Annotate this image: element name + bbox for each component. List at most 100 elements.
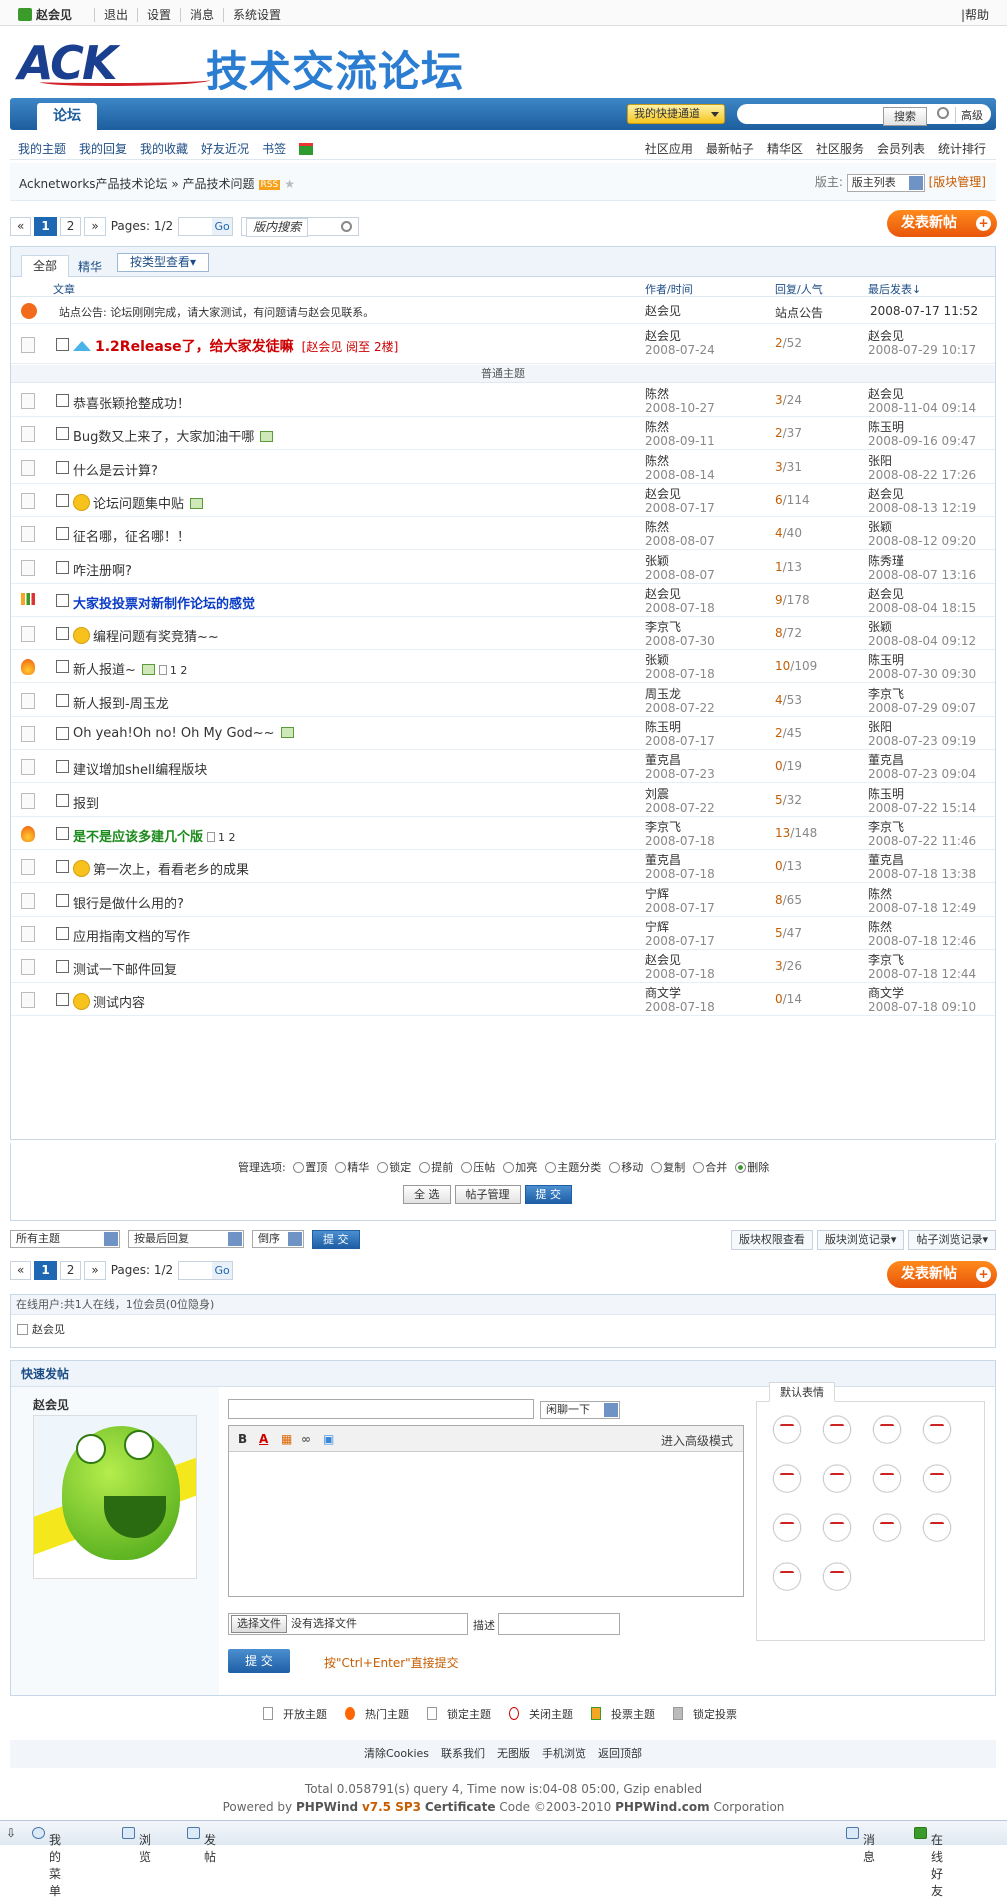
new-post-button[interactable]: 发表新帖 + [887, 210, 997, 237]
last-poster[interactable]: 陈然 [868, 920, 892, 934]
breadcrumb-board[interactable]: 产品技术问题 [183, 177, 255, 191]
avatar[interactable] [33, 1415, 197, 1579]
thread-author[interactable]: 张颖 [645, 653, 669, 667]
option-copy[interactable]: 复制 [651, 1161, 689, 1174]
emoticon-icon[interactable] [921, 1510, 953, 1542]
search-box[interactable]: 搜索 高级 [737, 104, 991, 126]
thread-title[interactable]: 测试一下邮件回复 [73, 963, 177, 978]
member-list-link[interactable]: 会员列表 [877, 142, 925, 156]
radio-icon[interactable] [651, 1162, 663, 1173]
thread-author[interactable]: 商文学 [645, 986, 681, 1000]
thread-title[interactable]: 银行是做什么用的? [73, 897, 184, 912]
back-to-top-link[interactable]: 返回顶部 [598, 1747, 642, 1760]
thread-author[interactable]: 董克昌 [645, 853, 681, 867]
page-last[interactable]: » [84, 217, 106, 236]
online-friends-button[interactable]: 在线好友 [914, 1826, 943, 1898]
emoticon-icon[interactable] [921, 1461, 953, 1493]
page-1[interactable]: 1 [34, 217, 57, 236]
option-sticky[interactable]: 置顶 [293, 1161, 331, 1174]
link-icon[interactable]: ∞ [301, 1432, 311, 1446]
thread-title[interactable]: 测试内容 [93, 996, 145, 1011]
thread-author[interactable]: 宁辉 [645, 920, 669, 934]
breadcrumb-forum[interactable]: Acknetworks产品技术论坛 [19, 177, 168, 191]
content-editor[interactable]: B A ▦ ∞ ▣ 进入高级模式 [228, 1425, 744, 1597]
gift-icon[interactable] [299, 143, 314, 155]
contact-link[interactable]: 联系我们 [441, 1747, 485, 1760]
new-post-button[interactable]: 发表新帖 + [887, 1261, 997, 1288]
page-1[interactable]: 1 [34, 1261, 57, 1280]
emoticon-icon[interactable] [771, 1510, 803, 1542]
radio-icon[interactable] [545, 1162, 557, 1173]
latest-posts-link[interactable]: 最新帖子 [706, 142, 754, 156]
last-poster[interactable]: 张颖 [868, 620, 892, 634]
quick-channel-dropdown[interactable]: 我的快捷通道 [627, 104, 725, 124]
thread-title[interactable]: 新人报道~ [73, 663, 136, 678]
my-favorites-link[interactable]: 我的收藏 [140, 142, 188, 156]
moderator-select[interactable]: 版主列表 [846, 173, 925, 192]
option-highlight[interactable]: 加亮 [503, 1161, 541, 1174]
font-color-icon[interactable]: A [259, 1432, 268, 1446]
thread-author[interactable]: 赵会见 [645, 953, 681, 967]
go-button[interactable]: Go [212, 218, 233, 235]
thread-checkbox[interactable] [56, 627, 69, 641]
emoticon-icon[interactable] [871, 1412, 903, 1444]
thread-checkbox[interactable] [56, 860, 69, 874]
col-author[interactable]: 作者/时间 [645, 281, 693, 297]
tab-digest[interactable]: 精华 [78, 258, 102, 275]
post-mode-select[interactable]: 闲聊一下 [540, 1401, 620, 1419]
page-last[interactable]: » [84, 1261, 106, 1280]
thread-author[interactable]: 赵会见 [645, 487, 681, 501]
thread-author[interactable]: 陈然 [645, 520, 669, 534]
last-poster[interactable]: 董克昌 [868, 853, 904, 867]
thread-title[interactable]: 1.2Release了，给大家发徒嘛 [95, 339, 294, 355]
thread-pages-label[interactable]: 1 2 [218, 831, 236, 844]
search-icon[interactable] [341, 221, 353, 232]
board-history-button[interactable]: 版块浏览记录▾ [816, 1230, 905, 1250]
page-2[interactable]: 2 [59, 1261, 82, 1280]
thread-title[interactable]: 什么是云计算? [73, 464, 158, 479]
option-merge[interactable]: 合并 [693, 1161, 731, 1174]
site-link[interactable]: PHPWind.com [615, 1800, 710, 1814]
option-lock[interactable]: 锁定 [377, 1161, 415, 1174]
post-button[interactable]: 发帖 [187, 1826, 216, 1864]
color-grid-icon[interactable]: ▦ [281, 1432, 292, 1446]
thread-note[interactable]: [赵会见 阅至 2楼] [302, 340, 399, 354]
system-settings-link[interactable]: 系统设置 [223, 8, 291, 22]
board-permission-button[interactable]: 版块权限查看 [730, 1230, 813, 1250]
thread-history-button[interactable]: 帖子浏览记录▾ [908, 1230, 996, 1250]
messages-button[interactable]: 消息 [846, 1826, 875, 1864]
poster-name[interactable]: 赵会见 [33, 1396, 69, 1413]
option-digest[interactable]: 精华 [335, 1161, 373, 1174]
thread-checkbox[interactable] [56, 593, 69, 607]
last-poster[interactable]: 董克昌 [868, 753, 904, 767]
help-link[interactable]: |帮助 [961, 6, 989, 23]
last-poster[interactable]: 赵会见 [868, 329, 904, 343]
search-icon[interactable] [937, 107, 949, 119]
thread-title[interactable]: 论坛问题集中贴 [93, 497, 184, 512]
thread-pages[interactable]: 1 2 [207, 831, 236, 844]
col-reply[interactable]: 回复/人气 [775, 281, 823, 297]
thread-author[interactable]: 董克昌 [645, 753, 681, 767]
online-user[interactable]: 赵会见 [32, 1323, 65, 1336]
thread-author[interactable]: 李京飞 [645, 820, 681, 834]
thread-author[interactable]: 刘震 [645, 787, 669, 801]
topic-filter-select[interactable]: 所有主题 [10, 1230, 120, 1248]
radio-icon[interactable] [503, 1162, 515, 1173]
thread-title[interactable]: 报到 [73, 797, 99, 812]
emoticon-icon[interactable] [821, 1412, 853, 1444]
last-poster[interactable]: 李京飞 [868, 820, 904, 834]
thread-checkbox[interactable] [56, 993, 69, 1007]
quick-post-submit[interactable]: 提 交 [228, 1649, 290, 1673]
last-poster[interactable]: 赵会见 [868, 587, 904, 601]
thread-title[interactable]: 应用指南文档的写作 [73, 930, 190, 945]
current-user[interactable]: 赵会见 [18, 6, 72, 23]
thread-checkbox[interactable] [56, 760, 69, 774]
option-raise[interactable]: 提前 [419, 1161, 457, 1174]
description-input[interactable] [498, 1613, 620, 1635]
settings-link[interactable]: 设置 [137, 8, 181, 22]
page-jump-input[interactable]: Go [178, 1261, 234, 1280]
last-poster[interactable]: 张阳 [868, 720, 892, 734]
digest-area-link[interactable]: 精华区 [767, 142, 803, 156]
filter-submit-button[interactable]: 提 交 [312, 1230, 360, 1249]
sort-select[interactable]: 按最后回复 [128, 1230, 244, 1248]
